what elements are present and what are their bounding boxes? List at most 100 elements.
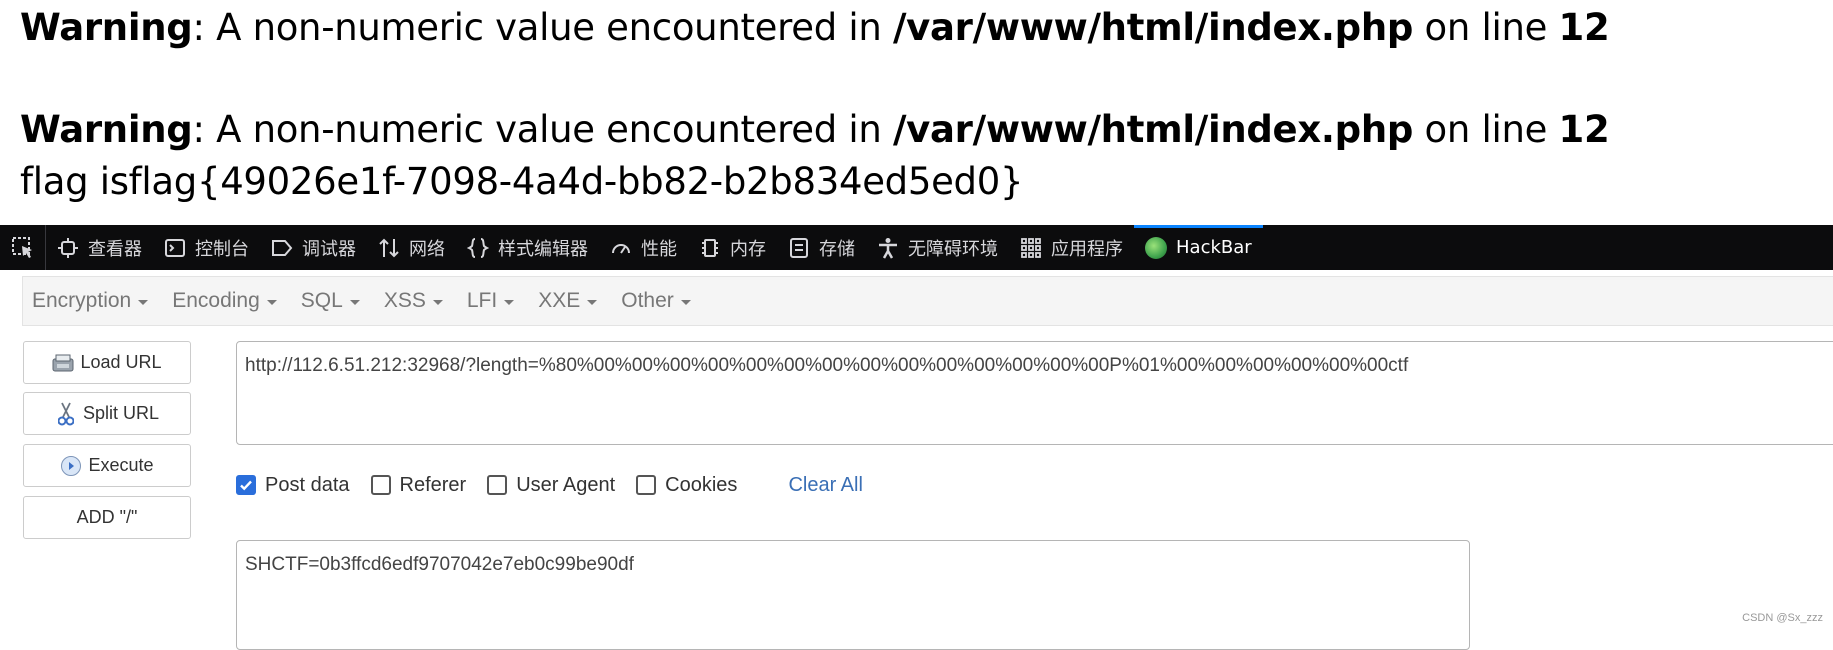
request-options: Post data Referer User Agent Cookies Cle… [236, 470, 863, 500]
referer-option[interactable]: Referer [370, 473, 467, 497]
menu-label: SQL [300, 289, 343, 312]
warning-line-number: 12 [1558, 6, 1610, 49]
split-url-button[interactable]: Split URL [23, 392, 191, 435]
option-label: Cookies [665, 473, 738, 496]
tab-inspector[interactable]: 查看器 [46, 225, 153, 270]
php-warning-line: Warning: A non-numeric value encountered… [20, 108, 1610, 151]
menu-label: XXE [538, 289, 581, 312]
warning-line-number: 12 [1558, 108, 1610, 151]
tab-label: 样式编辑器 [498, 238, 588, 260]
clear-all-link[interactable]: Clear All [788, 474, 862, 497]
menu-encoding[interactable]: Encoding [172, 289, 277, 313]
referer-checkbox[interactable] [370, 475, 391, 495]
load-url-button[interactable]: Load URL [23, 341, 191, 384]
menu-lfi[interactable]: LFI [466, 289, 515, 313]
warning-on-line: on line [1413, 108, 1559, 151]
tab-debugger[interactable]: 调试器 [260, 225, 367, 270]
menu-label: LFI [466, 289, 498, 312]
tab-hackbar[interactable]: HackBar [1134, 225, 1263, 270]
caret-down-icon [504, 300, 515, 305]
warning-label: Warning [20, 6, 193, 49]
tab-style-editor[interactable]: 样式编辑器 [456, 225, 599, 270]
php-warning-line: Warning: A non-numeric value encountered… [20, 6, 1610, 49]
caret-down-icon [587, 300, 598, 305]
tab-label: 应用程序 [1051, 238, 1123, 260]
menu-label: Encryption [32, 289, 132, 312]
tab-label: 调试器 [302, 238, 356, 260]
tab-accessibility[interactable]: 无障碍环境 [866, 225, 1009, 270]
option-label: Post data [265, 473, 350, 496]
menu-other[interactable]: Other [621, 289, 691, 313]
menu-label: Encoding [172, 289, 260, 312]
post-data-option[interactable]: Post data [236, 474, 350, 497]
tab-label: 存储 [819, 238, 855, 260]
option-label: User Agent [516, 473, 616, 496]
hackbar-icon [1145, 236, 1167, 259]
warning-message: : A non-numeric value encountered in [192, 6, 893, 49]
execute-button[interactable]: Execute [23, 444, 191, 487]
button-label: ADD "/" [76, 507, 138, 527]
tab-label: 查看器 [88, 238, 142, 260]
add-slash-button[interactable]: ADD "/" [23, 496, 191, 539]
cookies-option[interactable]: Cookies [636, 474, 737, 497]
tab-label: 网络 [409, 238, 445, 260]
caret-down-icon [138, 300, 149, 305]
tab-label: 控制台 [195, 238, 249, 260]
element-picker-button[interactable] [0, 225, 46, 270]
url-textarea[interactable]: http://112.6.51.212:32968/?length=%80%00… [236, 341, 1833, 445]
tab-console[interactable]: 控制台 [153, 225, 260, 270]
menu-encryption[interactable]: Encryption [32, 289, 149, 313]
console-icon [164, 237, 186, 259]
memory-icon [699, 237, 721, 259]
caret-down-icon [680, 300, 691, 305]
warning-file: /var/www/html/index.php [892, 6, 1414, 49]
button-label: Execute [88, 455, 154, 475]
inspector-icon [57, 237, 79, 259]
tab-memory[interactable]: 内存 [688, 225, 777, 270]
button-label: Load URL [80, 352, 162, 372]
hackbar-menubar: Encryption Encoding SQL XSS LFI XXE Othe… [22, 276, 1833, 326]
button-label: Split URL [82, 403, 160, 423]
tab-label: 无障碍环境 [908, 238, 998, 260]
warning-message: : A non-numeric value encountered in [192, 108, 893, 151]
tab-performance[interactable]: 性能 [599, 225, 688, 270]
menu-label: XSS [383, 289, 426, 312]
post-data-checkbox[interactable] [236, 475, 256, 495]
debugger-icon [271, 237, 293, 259]
caret-down-icon [266, 300, 277, 305]
user-agent-checkbox[interactable] [487, 475, 508, 495]
user-agent-option[interactable]: User Agent [487, 474, 615, 497]
network-icon [378, 237, 400, 259]
watermark: CSDN @Sx_zzz [1742, 612, 1823, 624]
caret-down-icon [349, 300, 360, 305]
element-picker-icon [11, 236, 32, 258]
tab-network[interactable]: 网络 [367, 225, 456, 270]
accessibility-icon [877, 237, 899, 259]
application-icon [1020, 237, 1042, 259]
caret-down-icon [432, 300, 443, 305]
tab-storage[interactable]: 存储 [777, 225, 866, 270]
tab-label: HackBar [1176, 237, 1252, 258]
tab-application[interactable]: 应用程序 [1009, 225, 1134, 270]
warning-label: Warning [20, 108, 193, 151]
devtools-toolbar: 查看器 控制台 调试器 网络 样式编辑器 性能 内存 存储 无障碍环境 应用程序… [0, 225, 1833, 270]
storage-icon [788, 237, 810, 259]
flag-output: flag isflag{49026e1f-7098-4a4d-bb82-b2b8… [20, 160, 1024, 203]
menu-xss[interactable]: XSS [384, 289, 443, 313]
menu-label: Other [621, 289, 674, 312]
cookies-checkbox[interactable] [636, 475, 657, 495]
checkmark-icon [240, 480, 252, 491]
scissors-icon [55, 402, 77, 425]
style-editor-icon [467, 237, 489, 259]
load-url-icon [52, 352, 74, 374]
option-label: Referer [399, 473, 467, 496]
tab-label: 内存 [730, 238, 766, 260]
menu-sql[interactable]: SQL [301, 289, 360, 313]
warning-on-line: on line [1413, 6, 1559, 49]
tab-label: 性能 [641, 238, 677, 260]
php-output: Warning: A non-numeric value encountered… [20, 0, 1820, 225]
warning-file: /var/www/html/index.php [892, 108, 1414, 151]
menu-xxe[interactable]: XXE [538, 289, 598, 313]
post-data-textarea[interactable]: SHCTF=0b3ffcd6edf9707042e7eb0c99be90df [236, 540, 1470, 650]
play-icon [60, 455, 82, 477]
